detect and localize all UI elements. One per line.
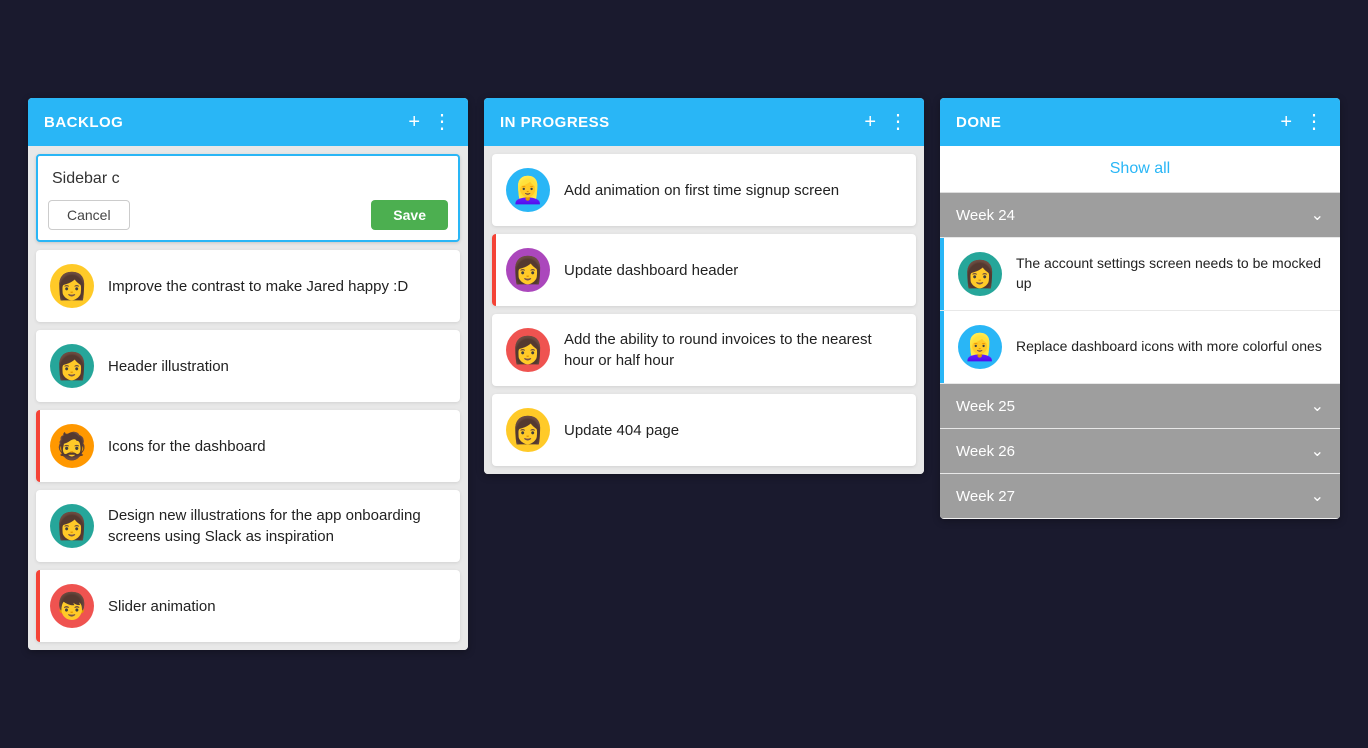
avatar: 👦 [50, 584, 94, 628]
avatar: 👩 [506, 248, 550, 292]
input-actions: Cancel Save [48, 200, 448, 230]
card-text: Add animation on first time signup scree… [564, 180, 839, 201]
more-options-icon[interactable]: ⋮ [1304, 112, 1324, 132]
kanban-board: BACKLOG + ⋮ Cancel Save 👩 Improve the c [28, 98, 1340, 650]
avatar: 👩 [506, 328, 550, 372]
backlog-column: BACKLOG + ⋮ Cancel Save 👩 Improve the c [28, 98, 468, 650]
avatar: 👱‍♀️ [506, 168, 550, 212]
avatar: 🧔 [50, 424, 94, 468]
done-header: DONE + ⋮ [940, 98, 1340, 146]
avatar-face: 👩 [512, 337, 544, 363]
week-27-label: Week 27 [956, 488, 1015, 505]
backlog-card-5[interactable]: 👦 Slider animation [36, 570, 460, 642]
backlog-card-2[interactable]: 👩 Header illustration [36, 330, 460, 402]
add-card-icon[interactable]: + [408, 112, 420, 132]
avatar: 👩 [958, 252, 1002, 296]
avatar-face: 👩 [56, 273, 88, 299]
inprogress-card-2[interactable]: 👩 Update dashboard header [492, 234, 916, 306]
avatar-face: 👱‍♀️ [512, 177, 544, 203]
inprogress-card-1[interactable]: 👱‍♀️ Add animation on first time signup … [492, 154, 916, 226]
card-text: Design new illustrations for the app onb… [108, 505, 446, 547]
card-text: Icons for the dashboard [108, 436, 266, 457]
week-26-header[interactable]: Week 26 ⌄ [940, 429, 1340, 473]
card-text: Add the ability to round invoices to the… [564, 329, 902, 371]
avatar: 👩 [50, 264, 94, 308]
card-text: Replace dashboard icons with more colorf… [1016, 337, 1322, 357]
inprogress-column: IN PROGRESS + ⋮ 👱‍♀️ Add animation on fi… [484, 98, 924, 474]
week-26-label: Week 26 [956, 443, 1015, 460]
done-card-2[interactable]: 👱‍♀️ Replace dashboard icons with more c… [940, 311, 1340, 383]
done-title: DONE [956, 114, 1001, 131]
priority-indicator [492, 234, 496, 306]
backlog-actions: + ⋮ [408, 112, 452, 132]
avatar-face: 👩 [512, 257, 544, 283]
more-options-icon[interactable]: ⋮ [432, 112, 452, 132]
week-24-label: Week 24 [956, 207, 1015, 224]
avatar-face: 👱‍♀️ [964, 334, 996, 360]
week-24-header[interactable]: Week 24 ⌄ [940, 193, 1340, 237]
backlog-card-1[interactable]: 👩 Improve the contrast to make Jared hap… [36, 250, 460, 322]
avatar-face: 👩 [964, 261, 996, 287]
week-25-chevron-icon: ⌄ [1311, 396, 1324, 416]
week-27-header[interactable]: Week 27 ⌄ [940, 474, 1340, 518]
backlog-card-4[interactable]: 👩 Design new illustrations for the app o… [36, 490, 460, 562]
week-26-chevron-icon: ⌄ [1311, 441, 1324, 461]
avatar-face: 👦 [56, 593, 88, 619]
priority-indicator [36, 410, 40, 482]
card-text: Header illustration [108, 356, 229, 377]
avatar: 👩 [506, 408, 550, 452]
inprogress-header: IN PROGRESS + ⋮ [484, 98, 924, 146]
inprogress-body: 👱‍♀️ Add animation on first time signup … [484, 146, 924, 474]
avatar: 👩 [50, 504, 94, 548]
backlog-card-3[interactable]: 🧔 Icons for the dashboard [36, 410, 460, 482]
backlog-body: Cancel Save 👩 Improve the contrast to ma… [28, 146, 468, 650]
card-text: Improve the contrast to make Jared happy… [108, 276, 408, 297]
backlog-title: BACKLOG [44, 114, 123, 131]
cancel-button[interactable]: Cancel [48, 200, 130, 230]
save-button[interactable]: Save [371, 200, 448, 230]
week-25-label: Week 25 [956, 398, 1015, 415]
avatar-face: 👩 [56, 353, 88, 379]
done-actions: + ⋮ [1280, 112, 1324, 132]
avatar-face: 🧔 [56, 433, 88, 459]
inprogress-title: IN PROGRESS [500, 114, 610, 131]
add-card-icon[interactable]: + [1280, 112, 1292, 132]
backlog-header: BACKLOG + ⋮ [28, 98, 468, 146]
avatar: 👱‍♀️ [958, 325, 1002, 369]
add-card-icon[interactable]: + [864, 112, 876, 132]
card-text: The account settings screen needs to be … [1016, 254, 1326, 293]
week-24-chevron-icon: ⌄ [1311, 205, 1324, 225]
inprogress-card-4[interactable]: 👩 Update 404 page [492, 394, 916, 466]
done-card-1[interactable]: 👩 The account settings screen needs to b… [940, 238, 1340, 310]
priority-indicator [36, 570, 40, 642]
more-options-icon[interactable]: ⋮ [888, 112, 908, 132]
card-text: Update 404 page [564, 420, 679, 441]
show-all-button[interactable]: Show all [940, 146, 1340, 193]
avatar-face: 👩 [56, 513, 88, 539]
done-body: Show all Week 24 ⌄ 👩 The account setting… [940, 146, 1340, 518]
done-column: DONE + ⋮ Show all Week 24 ⌄ 👩 The accoun… [940, 98, 1340, 519]
new-card-input[interactable] [48, 166, 448, 196]
inprogress-card-3[interactable]: 👩 Add the ability to round invoices to t… [492, 314, 916, 386]
week-27-chevron-icon: ⌄ [1311, 486, 1324, 506]
avatar: 👩 [50, 344, 94, 388]
avatar-face: 👩 [512, 417, 544, 443]
inprogress-actions: + ⋮ [864, 112, 908, 132]
card-text: Slider animation [108, 596, 216, 617]
card-text: Update dashboard header [564, 260, 738, 281]
new-card-input-container: Cancel Save [36, 154, 460, 242]
week-25-header[interactable]: Week 25 ⌄ [940, 384, 1340, 428]
